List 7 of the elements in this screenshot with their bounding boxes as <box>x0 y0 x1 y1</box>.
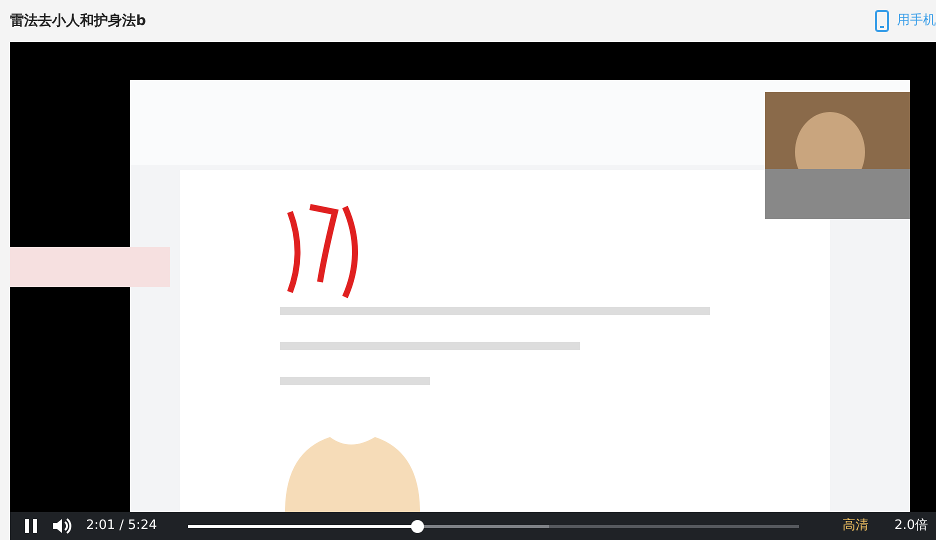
phone-icon <box>875 10 889 32</box>
quality-button[interactable]: 高清 <box>830 516 880 536</box>
time-display: 2:01 / 5:24 <box>86 517 158 536</box>
speed-button[interactable]: 2.0倍 <box>894 516 928 536</box>
page-title: 雷法去小人和护身法b <box>10 12 146 30</box>
pause-icon[interactable] <box>24 518 38 534</box>
volume-icon[interactable] <box>52 517 72 535</box>
